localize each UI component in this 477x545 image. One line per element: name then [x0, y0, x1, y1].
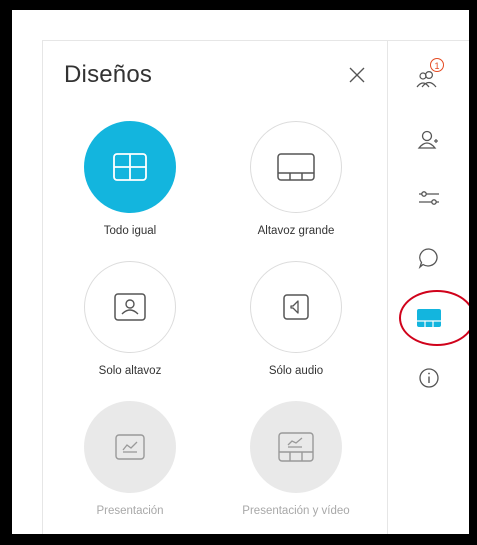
speaker-only-icon: [114, 293, 146, 321]
add-user-icon: [417, 130, 438, 149]
grid-layout-icon: [113, 153, 147, 181]
layout-option-circle: [250, 401, 342, 493]
layout-option-label: Altavoz grande: [257, 225, 335, 237]
sidebar-item-participants[interactable]: 1: [413, 58, 445, 94]
layout-option-label: Presentación y vídeo: [242, 505, 350, 517]
layout-option-circle[interactable]: [250, 261, 342, 353]
layout-option-label: Todo igual: [103, 225, 157, 237]
sidebar-item-add-user[interactable]: [413, 124, 445, 156]
close-button[interactable]: [343, 61, 371, 89]
layout-option-presentation: Presentación: [60, 401, 200, 517]
layout-option-label: Presentación: [96, 505, 164, 517]
layout-option-circle[interactable]: [250, 121, 342, 213]
presentation-video-icon: [278, 432, 314, 462]
prominent-layout-icon: [277, 153, 315, 181]
right-sidebar: 1: [388, 40, 469, 534]
sidebar-item-chat[interactable]: [413, 242, 445, 274]
layout-option-circle[interactable]: [84, 261, 176, 353]
layout-option-equal[interactable]: Todo igual: [60, 121, 200, 237]
layout-option-presentation-video: Presentación y vídeo: [226, 401, 366, 517]
chat-icon: [418, 248, 438, 269]
presentation-icon: [115, 434, 145, 460]
panel-title: Diseños: [64, 61, 153, 88]
layout-option-label: Solo altavoz: [98, 365, 162, 377]
audio-only-icon: [283, 294, 309, 320]
participants-count-badge: 1: [430, 58, 444, 72]
layouts-window: Diseños Todo igual Altavoz grande Solo a…: [12, 10, 469, 534]
settings-sliders-icon: [419, 191, 439, 205]
layout-option-speaker-only[interactable]: Solo altavoz: [60, 261, 200, 377]
close-icon: [349, 67, 365, 83]
sidebar-item-settings[interactable]: [413, 182, 445, 214]
layout-option-label: Sólo audio: [268, 365, 324, 377]
highlight-annotation-ring: [399, 290, 469, 346]
layouts-panel: Diseños Todo igual Altavoz grande Solo a…: [43, 41, 387, 534]
layout-option-circle[interactable]: [84, 121, 176, 213]
sidebar-item-info[interactable]: [413, 362, 445, 394]
layout-option-prominent[interactable]: Altavoz grande: [226, 121, 366, 237]
layout-option-circle: [84, 401, 176, 493]
layout-option-audio-only[interactable]: Sólo audio: [226, 261, 366, 377]
info-icon: [419, 368, 439, 388]
